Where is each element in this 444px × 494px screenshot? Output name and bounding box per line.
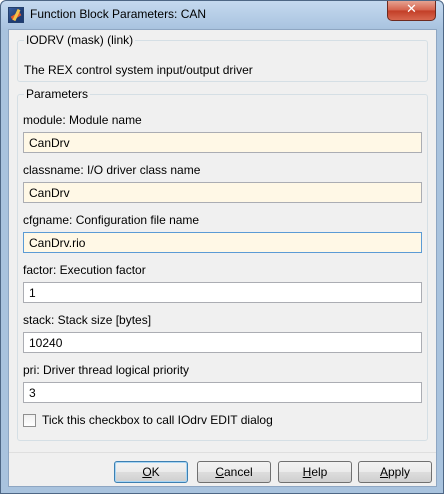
help-label-rest: elp xyxy=(311,465,328,479)
cancel-label-rest: ancel xyxy=(223,465,253,479)
module-label: module: Module name xyxy=(23,113,142,127)
block-description-group: IODRV (mask) (link) The REX control syst… xyxy=(17,33,428,82)
apply-mnemonic: A xyxy=(379,465,388,479)
factor-input[interactable]: 1 xyxy=(23,282,422,303)
edit-dialog-checkbox-label[interactable]: Tick this checkbox to call IOdrv EDIT di… xyxy=(42,413,273,427)
block-type-title: IODRV (mask) (link) xyxy=(24,33,136,47)
window-title: Function Block Parameters: CAN xyxy=(30,7,207,21)
matlab-app-icon xyxy=(8,7,24,23)
close-button[interactable]: ✕ xyxy=(387,1,436,21)
block-description: The REX control system input/output driv… xyxy=(24,63,253,77)
cancel-mnemonic: C xyxy=(215,465,224,479)
help-button[interactable]: Help xyxy=(278,461,352,483)
apply-button[interactable]: Apply xyxy=(358,461,432,483)
apply-label-rest: pply xyxy=(388,465,411,479)
dialog-body: IODRV (mask) (link) The REX control syst… xyxy=(8,29,437,487)
stack-input[interactable]: 10240 xyxy=(23,332,422,353)
ok-mnemonic: O xyxy=(142,465,152,479)
pri-label: pri: Driver thread logical priority xyxy=(23,363,190,377)
dialog-window: Function Block Parameters: CAN ✕ IODRV (… xyxy=(0,0,444,494)
ok-button[interactable]: OK xyxy=(114,461,188,483)
cancel-button[interactable]: Cancel xyxy=(197,461,271,483)
ok-label-rest: K xyxy=(151,465,160,479)
cfgname-label: cfgname: Configuration file name xyxy=(23,213,200,227)
parameters-title: Parameters xyxy=(24,87,91,101)
pri-input[interactable]: 3 xyxy=(23,382,422,403)
factor-label: factor: Execution factor xyxy=(23,263,146,277)
classname-label: classname: I/O driver class name xyxy=(23,163,201,177)
module-input[interactable]: CanDrv xyxy=(23,132,422,153)
stack-label: stack: Stack size [bytes] xyxy=(23,313,152,327)
button-bar: OK Cancel Help Apply xyxy=(9,452,436,487)
edit-dialog-checkbox[interactable] xyxy=(23,414,36,427)
cfgname-input[interactable]: CanDrv.rio xyxy=(23,232,422,253)
classname-input[interactable]: CanDrv xyxy=(23,182,422,203)
title-bar[interactable]: Function Block Parameters: CAN ✕ xyxy=(1,1,443,28)
